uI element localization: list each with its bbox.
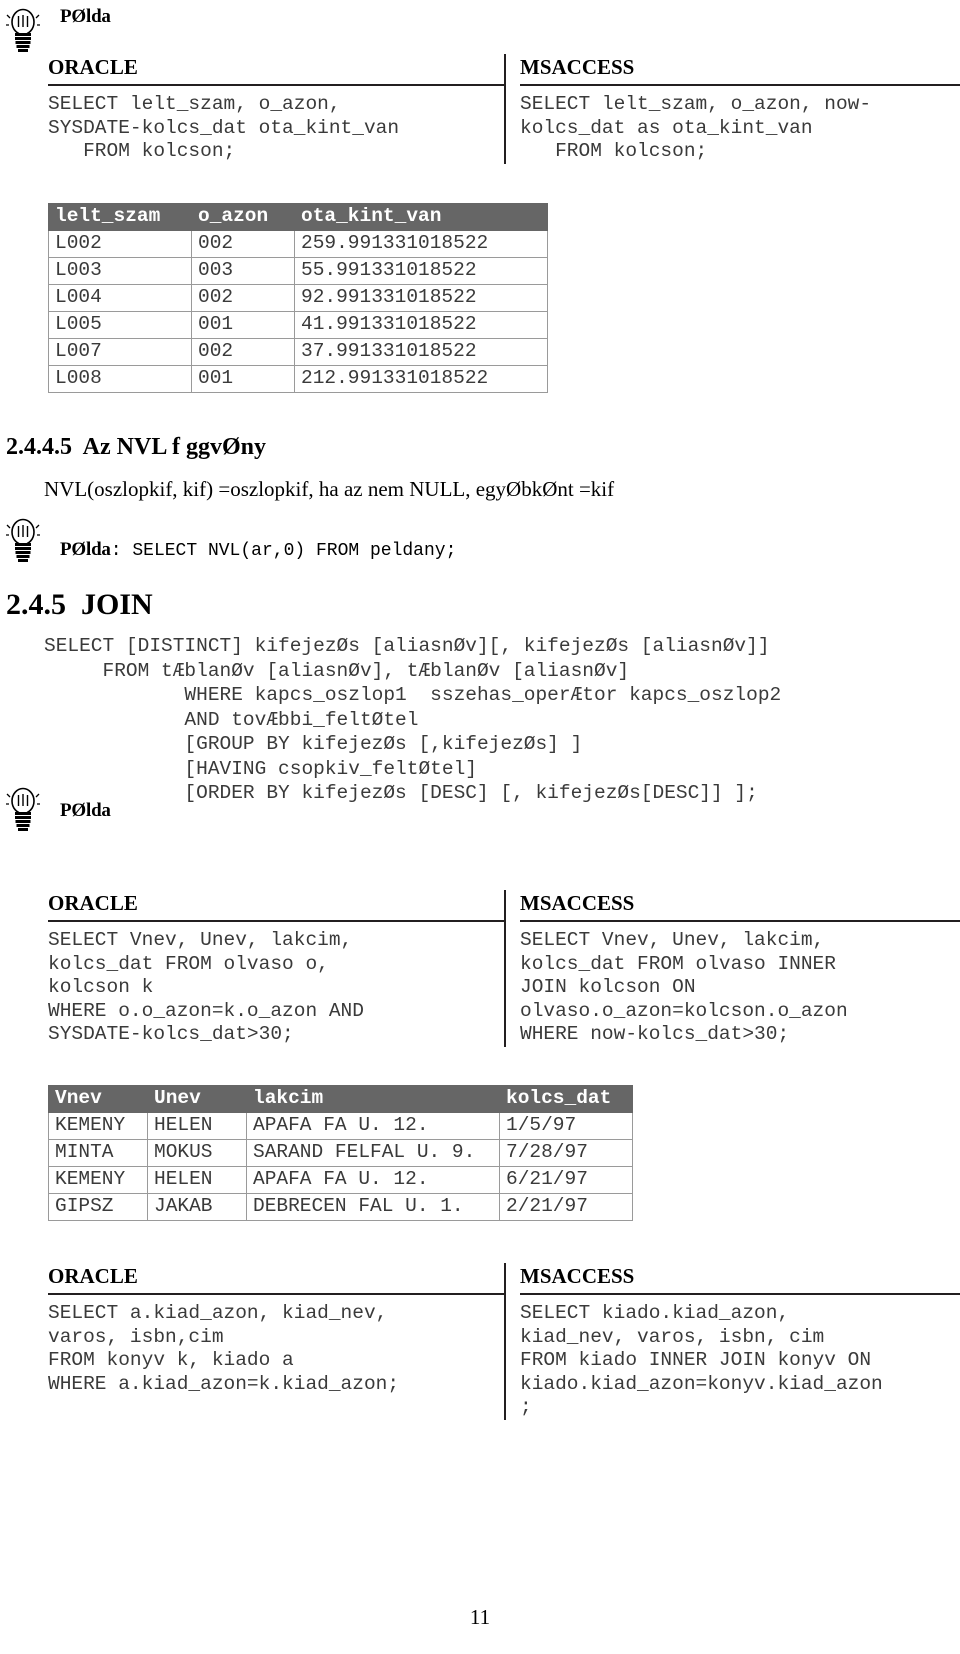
table-row: MINTA MOKUS SARAND FELFAL U. 9. 7/28/97 xyxy=(48,1139,633,1167)
table-row: L004 002 92.991331018522 xyxy=(48,284,548,312)
column-header: ota_kint_van xyxy=(294,203,548,231)
table-cell: 7/28/97 xyxy=(499,1139,633,1167)
table-header-row: lelt_szam o_azon ota_kint_van xyxy=(48,203,548,231)
table-cell: 002 xyxy=(191,284,295,312)
table-cell: L008 xyxy=(48,365,192,393)
table-cell: MINTA xyxy=(48,1139,148,1167)
table-cell: JAKAB xyxy=(147,1193,247,1221)
table-row: KEMENY HELEN APAFA FA U. 12. 6/21/97 xyxy=(48,1166,633,1194)
table-cell: KEMENY xyxy=(48,1166,148,1194)
nvl-description: NVL(oszlopkif, kif) =oszlopkif, ha az ne… xyxy=(44,477,615,501)
table-cell: L003 xyxy=(48,257,192,285)
oracle-code-3: SELECT a.kiad_azon, kiad_nev, varos, isb… xyxy=(48,1302,400,1395)
msaccess-code-3: SELECT kiado.kiad_azon, kiad_nev, varos,… xyxy=(520,1302,883,1418)
oracle-code-1: SELECT lelt_szam, o_azon, SYSDATE-kolcs_… xyxy=(48,93,400,162)
compare-block-2: ORACLE SELECT Vnev, Unev, lakcim, kolcs_… xyxy=(48,890,960,1047)
tip-label-join: PØlda xyxy=(60,800,111,821)
table-cell: HELEN xyxy=(147,1112,247,1140)
lightbulb-icon xyxy=(6,8,40,54)
oracle-column-1: ORACLE SELECT lelt_szam, o_azon, SYSDATE… xyxy=(48,54,504,164)
oracle-title-1: ORACLE xyxy=(48,55,138,79)
table-cell: 002 xyxy=(191,338,295,366)
lightbulb-icon xyxy=(6,787,40,833)
table-row: L005 001 41.991331018522 xyxy=(48,311,548,339)
msaccess-title-3: MSACCESS xyxy=(520,1264,635,1288)
msaccess-column-3: MSACCESS SELECT kiado.kiad_azon, kiad_ne… xyxy=(504,1263,960,1420)
table-cell: 002 xyxy=(191,230,295,258)
msaccess-title-2: MSACCESS xyxy=(520,891,635,915)
table-cell: 259.991331018522 xyxy=(294,230,548,258)
table-row: GIPSZ JAKAB DEBRECEN FAL U. 1. 2/21/97 xyxy=(48,1193,633,1221)
oracle-code-2: SELECT Vnev, Unev, lakcim, kolcs_dat FRO… xyxy=(48,929,364,1045)
table-header-row: Vnev Unev lakcim kolcs_dat xyxy=(48,1085,633,1113)
table-row: KEMENY HELEN APAFA FA U. 12. 1/5/97 xyxy=(48,1112,633,1140)
table-cell: APAFA FA U. 12. xyxy=(246,1112,500,1140)
table-row: L008 001 212.991331018522 xyxy=(48,365,548,393)
msaccess-code-1: SELECT lelt_szam, o_azon, now- kolcs_dat… xyxy=(520,93,872,162)
table-cell: 41.991331018522 xyxy=(294,311,548,339)
table-cell: 1/5/97 xyxy=(499,1112,633,1140)
table-cell: APAFA FA U. 12. xyxy=(246,1166,500,1194)
table-cell: 212.991331018522 xyxy=(294,365,548,393)
oracle-title-2: ORACLE xyxy=(48,891,138,915)
page-number: 11 xyxy=(469,1605,491,1629)
table-row: L003 003 55.991331018522 xyxy=(48,257,548,285)
table-cell: L002 xyxy=(48,230,192,258)
lightbulb-icon xyxy=(6,518,40,564)
msaccess-column-1: MSACCESS SELECT lelt_szam, o_azon, now- … xyxy=(504,54,960,164)
section-heading-nvl: 2.4.4.5 Az NVL f ggvØny xyxy=(6,434,267,460)
section-heading-join: 2.4.5 JOIN xyxy=(6,588,153,621)
nvl-example-code: : SELECT NVL(ar,0) FROM peldany; xyxy=(110,541,457,561)
oracle-title-3: ORACLE xyxy=(48,1264,138,1288)
column-header: o_azon xyxy=(191,203,295,231)
oracle-column-3: ORACLE SELECT a.kiad_azon, kiad_nev, var… xyxy=(48,1263,504,1420)
column-header: kolcs_dat xyxy=(499,1085,633,1113)
table-cell: 001 xyxy=(191,365,295,393)
table-row: L007 002 37.991331018522 xyxy=(48,338,548,366)
oracle-column-2: ORACLE SELECT Vnev, Unev, lakcim, kolcs_… xyxy=(48,890,504,1047)
table-cell: 2/21/97 xyxy=(499,1193,633,1221)
tip-label-nvl: PØlda xyxy=(60,539,111,560)
column-header: lakcim xyxy=(246,1085,500,1113)
column-header: Unev xyxy=(147,1085,247,1113)
table-cell: 6/21/97 xyxy=(499,1166,633,1194)
table-row: L002 002 259.991331018522 xyxy=(48,230,548,258)
table-cell: L004 xyxy=(48,284,192,312)
table-cell: GIPSZ xyxy=(48,1193,148,1221)
table-cell: 55.991331018522 xyxy=(294,257,548,285)
column-header: lelt_szam xyxy=(48,203,192,231)
tip-label-top: PØlda xyxy=(60,6,111,27)
table-cell: DEBRECEN FAL U. 1. xyxy=(246,1193,500,1221)
table-cell: L007 xyxy=(48,338,192,366)
result-table-1: lelt_szam o_azon ota_kint_van L002 002 259.9… xyxy=(48,203,548,393)
table-cell: 92.991331018522 xyxy=(294,284,548,312)
table-cell: L005 xyxy=(48,311,192,339)
result-table-2: Vnev Unev lakcim kolcs_dat KEMENY HELEN APAFA… xyxy=(48,1085,633,1221)
compare-block-1: ORACLE SELECT lelt_szam, o_azon, SYSDATE… xyxy=(48,54,960,164)
table-cell: 37.991331018522 xyxy=(294,338,548,366)
join-syntax: SELECT [DISTINCT] kifejezØs [aliasnØv][,… xyxy=(44,635,782,804)
table-cell: SARAND FELFAL U. 9. xyxy=(246,1139,500,1167)
table-cell: 003 xyxy=(191,257,295,285)
column-header: Vnev xyxy=(48,1085,148,1113)
table-cell: MOKUS xyxy=(147,1139,247,1167)
msaccess-column-2: MSACCESS SELECT Vnev, Unev, lakcim, kolc… xyxy=(504,890,960,1047)
table-cell: 001 xyxy=(191,311,295,339)
compare-block-3: ORACLE SELECT a.kiad_azon, kiad_nev, var… xyxy=(48,1263,960,1420)
table-cell: HELEN xyxy=(147,1166,247,1194)
msaccess-title-1: MSACCESS xyxy=(520,55,635,79)
document-page: PØlda ORACLE SELECT lelt_szam, o_azon, S… xyxy=(0,0,960,1654)
msaccess-code-2: SELECT Vnev, Unev, lakcim, kolcs_dat FRO… xyxy=(520,929,848,1045)
nvl-example-line: PØlda: SELECT NVL(ar,0) FROM peldany; xyxy=(60,539,456,561)
table-cell: KEMENY xyxy=(48,1112,148,1140)
